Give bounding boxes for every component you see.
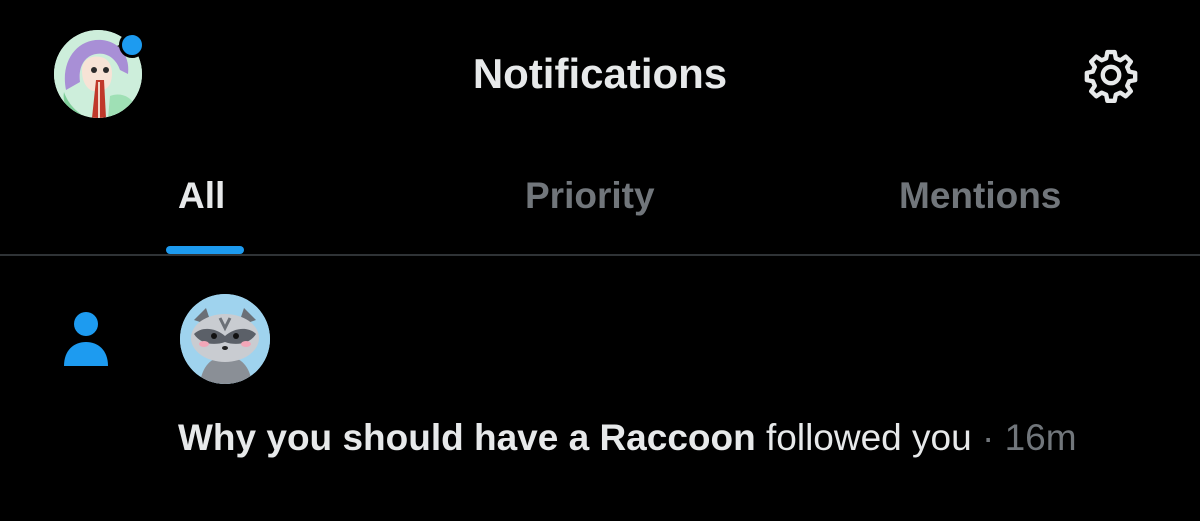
list-item[interactable]: Why you should have a Raccoon followed y… — [0, 256, 1200, 521]
tab-all[interactable]: All — [178, 172, 225, 220]
notification-tabs: All Priority Mentions — [0, 150, 1200, 254]
settings-button[interactable] — [1082, 46, 1140, 104]
raccoon-avatar-icon[interactable] — [180, 294, 270, 384]
notification-text: Why you should have a Raccoon followed y… — [178, 414, 1168, 462]
person-icon — [62, 310, 110, 368]
notifications-screen: Notifications All Priority Mentions Why … — [0, 0, 1200, 521]
page-title: Notifications — [472, 50, 728, 97]
gear-icon — [1084, 49, 1138, 104]
separator-dot: · — [981, 417, 995, 458]
notification-action: followed you — [766, 417, 972, 458]
tab-mentions[interactable]: Mentions — [899, 172, 1061, 220]
notification-timestamp: 16m — [1004, 417, 1077, 458]
follower-name-link[interactable]: Why you should have a Raccoon — [178, 417, 756, 458]
active-tab-indicator — [166, 246, 244, 254]
tab-priority[interactable]: Priority — [525, 172, 655, 220]
top-app-bar: Notifications — [0, 0, 1200, 150]
